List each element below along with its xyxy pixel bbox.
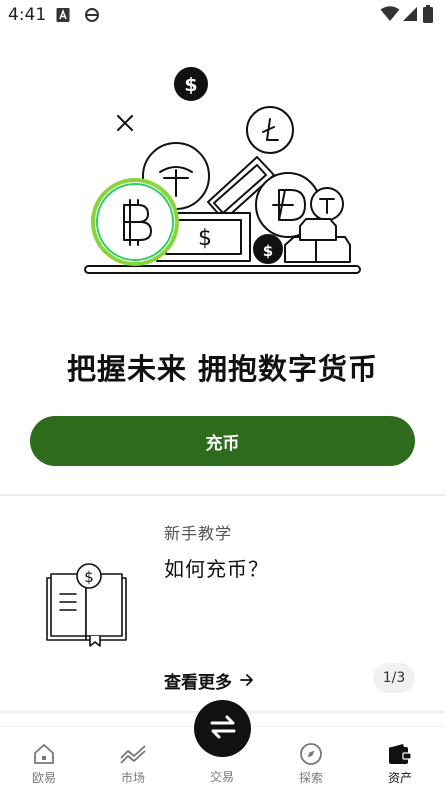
tab-explore[interactable]: 探索 [271,727,351,793]
wifi-icon [380,6,400,26]
svg-text:$: $ [84,568,94,586]
tab-assets-label: 资产 [387,771,412,785]
tab-assets[interactable]: 资产 [360,727,440,793]
pager-indicator: 1/3 [373,663,415,693]
status-bar: 4:41 [0,0,445,32]
home-icon [31,741,57,767]
svg-text:$: $ [263,242,273,260]
book-coin-icon: $ [42,560,134,652]
wallet-icon [387,741,413,767]
browser-e-icon [84,7,100,27]
svg-text:$: $ [184,74,197,96]
deposit-button[interactable]: 充币 [30,416,415,466]
signal-icon [402,6,418,26]
tab-trade-label: 交易 [209,770,234,784]
tab-home-label: 欧易 [31,771,56,785]
arrow-right-icon [240,671,254,691]
view-more-link[interactable]: 查看更多 [164,668,254,693]
trade-button[interactable] [194,700,251,757]
hero-illustration: $ $ $ [0,32,445,322]
tab-home[interactable]: 欧易 [4,727,84,793]
status-time: 4:41 [8,5,47,25]
tab-explore-label: 探索 [298,771,323,785]
headline: 把握未来 拥抱数字货币 [66,352,379,386]
crypto-coins-illustration: $ $ $ [84,67,361,274]
app-a-icon [56,7,70,27]
tab-market-label: 市场 [120,771,145,785]
chart-icon [120,741,146,767]
battery-icon [423,5,433,27]
tutorial-title: 如何充币？ [164,557,269,581]
tab-market[interactable]: 市场 [93,727,173,793]
compass-icon [298,741,324,767]
view-more-label: 查看更多 [164,673,232,693]
tutorial-kicker: 新手教学 [164,524,233,543]
svg-text:$: $ [198,226,212,251]
swap-icon [209,715,237,743]
